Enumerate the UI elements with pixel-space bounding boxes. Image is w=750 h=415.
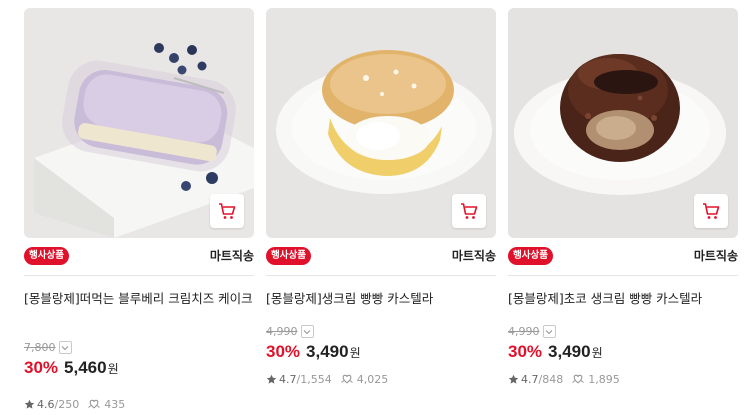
product-card[interactable]: 행사상품 마트직송 [몽블랑제]초코 생크림 빵빵 카스텔라 4,990 30%…: [508, 8, 738, 408]
cart-icon: [219, 203, 236, 219]
add-to-cart-button[interactable]: [694, 194, 728, 228]
price-info-dropdown[interactable]: [300, 325, 314, 338]
price-amount: 5,460: [64, 358, 107, 377]
price-amount: 3,490: [306, 342, 349, 361]
rating-value: 4.6: [37, 397, 55, 411]
original-price-value: 4,990: [508, 325, 540, 338]
star-icon: [24, 399, 35, 409]
cart-icon: [703, 203, 720, 219]
product-meta: 행사상품 마트직송: [24, 245, 254, 267]
currency-label: 원: [349, 346, 361, 360]
star-icon: [266, 374, 277, 384]
wish-count: 435: [104, 397, 126, 411]
product-stats: 4.7 / 1,554 4,025: [266, 372, 388, 386]
original-price-value: 7,800: [24, 341, 56, 354]
wishlist-icon: [572, 374, 585, 384]
cart-icon: [461, 203, 478, 219]
wish-count: 4,025: [356, 372, 389, 386]
product-card[interactable]: 행사상품 마트직송 [몽블랑제]생크림 빵빵 카스텔라 4,990 30% 3,…: [266, 8, 496, 408]
add-to-cart-button[interactable]: [452, 194, 486, 228]
star-icon: [508, 374, 519, 384]
promo-badge: 행사상품: [24, 247, 69, 265]
seller-label: 마트직송: [451, 249, 496, 263]
product-stats: 4.7 / 848 1,895: [508, 372, 620, 386]
product-row: 행사상품 마트직송 [몽블랑제]떠먹는 블루베리 크림치즈 케이크 7,800 …: [0, 0, 750, 415]
add-to-cart-button[interactable]: [210, 194, 244, 228]
seller-label: 마트직송: [693, 249, 738, 263]
discount-rate: 30%: [508, 342, 543, 361]
currency-label: 원: [107, 362, 119, 376]
product-title[interactable]: [몽블랑제]생크림 빵빵 카스텔라: [266, 289, 496, 308]
original-price: 4,990: [266, 325, 314, 338]
seller-label: 마트직송: [209, 249, 254, 263]
product-meta: 행사상품 마트직송: [266, 245, 496, 267]
divider: [24, 275, 254, 276]
discount-rate: 30%: [266, 342, 301, 361]
rating-value: 4.7: [279, 372, 297, 386]
wishlist-icon: [88, 399, 101, 409]
original-price-value: 4,990: [266, 325, 298, 338]
price-info-dropdown[interactable]: [58, 341, 72, 354]
promo-badge: 행사상품: [508, 247, 553, 265]
currency-label: 원: [591, 346, 603, 360]
sale-price: 30% 3,490 원: [266, 342, 361, 362]
chevron-down-icon: [303, 329, 311, 334]
review-count: 250: [58, 397, 80, 411]
product-image[interactable]: [266, 8, 496, 238]
rating-value: 4.7: [521, 372, 539, 386]
original-price: 4,990: [508, 325, 556, 338]
chevron-down-icon: [61, 345, 69, 350]
promo-badge: 행사상품: [266, 247, 311, 265]
discount-rate: 30%: [24, 358, 59, 377]
product-title[interactable]: [몽블랑제]떠먹는 블루베리 크림치즈 케이크: [24, 289, 254, 308]
product-title[interactable]: [몽블랑제]초코 생크림 빵빵 카스텔라: [508, 289, 738, 308]
product-stats: 4.6 / 250 435: [24, 397, 125, 411]
wishlist-icon: [340, 374, 353, 384]
wish-count: 1,895: [588, 372, 620, 386]
review-count: 1,554: [300, 372, 332, 386]
sale-price: 30% 3,490 원: [508, 342, 603, 362]
product-card[interactable]: 행사상품 마트직송 [몽블랑제]떠먹는 블루베리 크림치즈 케이크 7,800 …: [24, 8, 254, 411]
price-amount: 3,490: [548, 342, 591, 361]
review-count: 848: [542, 372, 564, 386]
product-image[interactable]: [24, 8, 254, 238]
chevron-down-icon: [545, 329, 553, 334]
product-meta: 행사상품 마트직송: [508, 245, 738, 267]
sale-price: 30% 5,460 원: [24, 358, 119, 378]
product-image[interactable]: [508, 8, 738, 238]
divider: [266, 275, 496, 276]
divider: [508, 275, 738, 276]
price-info-dropdown[interactable]: [542, 325, 556, 338]
original-price: 7,800: [24, 341, 72, 354]
